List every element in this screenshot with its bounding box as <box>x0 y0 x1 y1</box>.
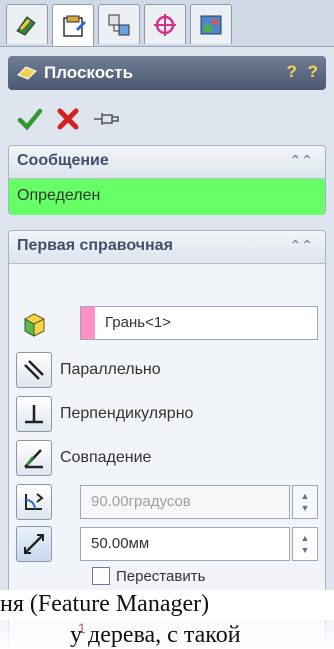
face-reference-icon <box>16 306 52 342</box>
message-group-header[interactable]: Сообщение ⌃⌃ <box>9 146 325 179</box>
angle-row <box>16 482 60 522</box>
first-reference-title: Первая справочная <box>17 237 173 254</box>
selection-color-swatch <box>81 307 95 339</box>
distance-spinner[interactable]: ▲ ▼ <box>292 527 318 561</box>
spinner-arrows-icon: ▲ ▼ <box>300 533 310 555</box>
perpendicular-icon <box>25 405 43 424</box>
plane-icon <box>16 63 38 87</box>
parallel-label: Параллельно <box>60 361 161 378</box>
angle-button[interactable] <box>16 484 52 520</box>
feature-manager-icon <box>16 15 36 36</box>
spinner-arrows-icon: ▲ ▼ <box>300 491 310 513</box>
keep-visible-button[interactable] <box>90 103 122 135</box>
property-manager-panel: Плоскость ? ? Сообщение ⌃⌃ Определен Пер… <box>0 0 334 649</box>
manager-tab-bar <box>0 0 334 47</box>
perpendicular-option[interactable]: Перпендикулярно <box>16 394 193 434</box>
distance-value: 50.00мм <box>91 535 150 552</box>
ok-button[interactable] <box>14 103 46 135</box>
collapse-chevron-icon[interactable]: ⌃⌃ <box>290 238 313 254</box>
message-group-title: Сообщение <box>17 152 109 169</box>
angle-input[interactable]: 90.00градусов <box>80 485 290 519</box>
caption-line-1: ня (Feature Manager) <box>0 591 210 617</box>
angle-spinner[interactable]: ▲ ▼ <box>292 485 318 519</box>
help-icon[interactable]: ? <box>286 62 296 81</box>
property-manager-title-bar: Плоскость ? ? <box>8 56 326 90</box>
document-caption-overlay: ня (Feature Manager) 1 у дерева, с такой <box>0 590 334 649</box>
parallel-icon <box>24 360 44 380</box>
tab-dimxpert-manager[interactable] <box>144 4 186 44</box>
distance-button[interactable] <box>16 526 52 562</box>
tab-property-manager[interactable] <box>52 4 94 46</box>
coincident-icon <box>24 449 43 469</box>
coincident-button[interactable] <box>16 440 52 476</box>
reference-selection-field[interactable]: Грань<1> <box>80 306 318 340</box>
angle-icon <box>25 493 44 510</box>
parallel-option[interactable]: Параллельно <box>16 350 161 390</box>
tab-display-manager[interactable] <box>190 4 232 44</box>
property-manager-icon <box>63 15 87 37</box>
help-icon[interactable]: ? <box>308 62 318 81</box>
caption-line-2: у дерева, с такой <box>70 622 241 648</box>
checkmark-icon <box>17 108 43 131</box>
configuration-manager-icon <box>108 14 130 35</box>
page-title: Плоскость <box>44 63 134 82</box>
collapse-chevron-icon[interactable]: ⌃⌃ <box>290 153 313 169</box>
tab-configuration-manager[interactable] <box>98 4 140 44</box>
distance-row <box>16 524 60 564</box>
distance-icon <box>24 534 44 554</box>
perpendicular-label: Перпендикулярно <box>60 405 194 422</box>
reference-selection-row <box>16 304 60 344</box>
dimxpert-icon <box>154 13 176 36</box>
distance-input[interactable]: 50.00мм <box>80 527 290 561</box>
display-manager-icon <box>200 15 222 34</box>
flip-label: Переставить <box>116 567 206 585</box>
cancel-button[interactable] <box>52 103 84 135</box>
flip-option[interactable]: Переставить <box>92 567 205 585</box>
angle-value: 90.00градусов <box>91 493 191 510</box>
first-reference-header[interactable]: Первая справочная ⌃⌃ <box>9 231 325 264</box>
parallel-button[interactable] <box>16 352 52 388</box>
action-toolbar <box>14 102 128 136</box>
x-icon <box>57 108 79 130</box>
coincident-label: Совпадение <box>60 449 152 466</box>
pushpin-icon <box>94 113 119 125</box>
status-text: Определен <box>17 187 101 204</box>
perpendicular-button[interactable] <box>16 396 52 432</box>
flip-checkbox[interactable] <box>92 567 110 585</box>
message-group: Сообщение ⌃⌃ Определен <box>8 145 326 215</box>
status-message: Определен <box>9 179 325 215</box>
reference-selection-value: Грань<1> <box>105 314 171 331</box>
tab-feature-manager[interactable] <box>6 4 48 44</box>
coincident-option[interactable]: Совпадение <box>16 438 151 478</box>
